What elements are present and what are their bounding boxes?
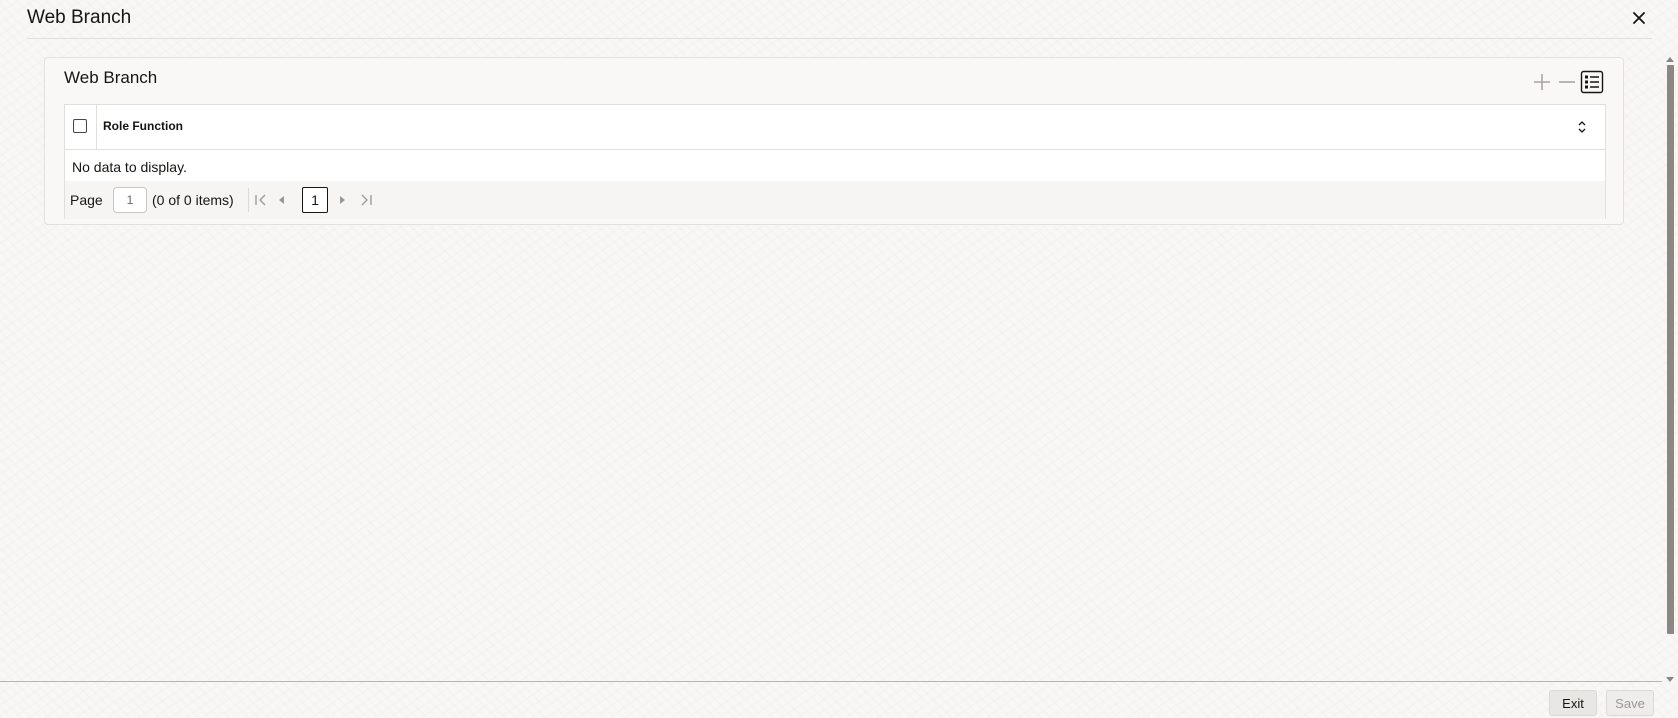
select-all-cell <box>65 105 97 149</box>
pagination-divider <box>248 188 249 212</box>
select-all-checkbox[interactable] <box>73 119 87 133</box>
plus-icon <box>1534 74 1550 90</box>
grid-header-row: Role Function <box>65 105 1605 150</box>
first-page-button[interactable] <box>253 192 269 208</box>
previous-page-icon <box>279 196 284 204</box>
page-number-input[interactable] <box>113 187 147 213</box>
close-button[interactable] <box>1627 6 1651 30</box>
scroll-thumb[interactable] <box>1667 65 1674 634</box>
dialog-title: Web Branch <box>27 7 132 28</box>
sort-icon <box>1578 121 1586 133</box>
web-branch-panel: Web Branch Role Function No data to disp… <box>44 57 1624 225</box>
footer-divider <box>0 681 1662 682</box>
save-button[interactable]: Save <box>1606 690 1654 716</box>
remove-row-button[interactable] <box>1555 70 1579 94</box>
sort-button[interactable] <box>1575 119 1589 135</box>
panel-title: Web Branch <box>64 68 158 87</box>
header-divider <box>27 38 1652 39</box>
page-label: Page <box>70 192 103 208</box>
vertical-scrollbar[interactable] <box>1662 57 1678 682</box>
next-page-icon <box>340 196 345 204</box>
role-function-grid: Role Function No data to display. Page (… <box>64 104 1606 219</box>
add-row-button[interactable] <box>1530 70 1554 94</box>
first-page-icon <box>255 194 266 206</box>
pagination-bar: Page (0 of 0 items) 1 <box>65 181 1605 219</box>
last-page-button[interactable] <box>358 192 374 208</box>
scroll-up-arrow-icon[interactable] <box>1666 57 1674 62</box>
column-header-role-function[interactable]: Role Function <box>103 119 183 133</box>
current-page-button[interactable]: 1 <box>302 187 328 213</box>
items-count: (0 of 0 items) <box>152 192 234 208</box>
scroll-down-arrow-icon[interactable] <box>1666 677 1674 682</box>
dialog-header: Web Branch <box>0 0 1662 39</box>
exit-button[interactable]: Exit <box>1549 690 1597 716</box>
empty-grid-message: No data to display. <box>72 159 187 175</box>
list-details-icon <box>1580 70 1604 94</box>
previous-page-button[interactable] <box>274 192 290 208</box>
single-record-view-button[interactable] <box>1580 70 1604 94</box>
last-page-icon <box>361 194 372 206</box>
minus-icon <box>1559 81 1575 83</box>
next-page-button[interactable] <box>334 192 350 208</box>
close-icon <box>1633 12 1645 24</box>
